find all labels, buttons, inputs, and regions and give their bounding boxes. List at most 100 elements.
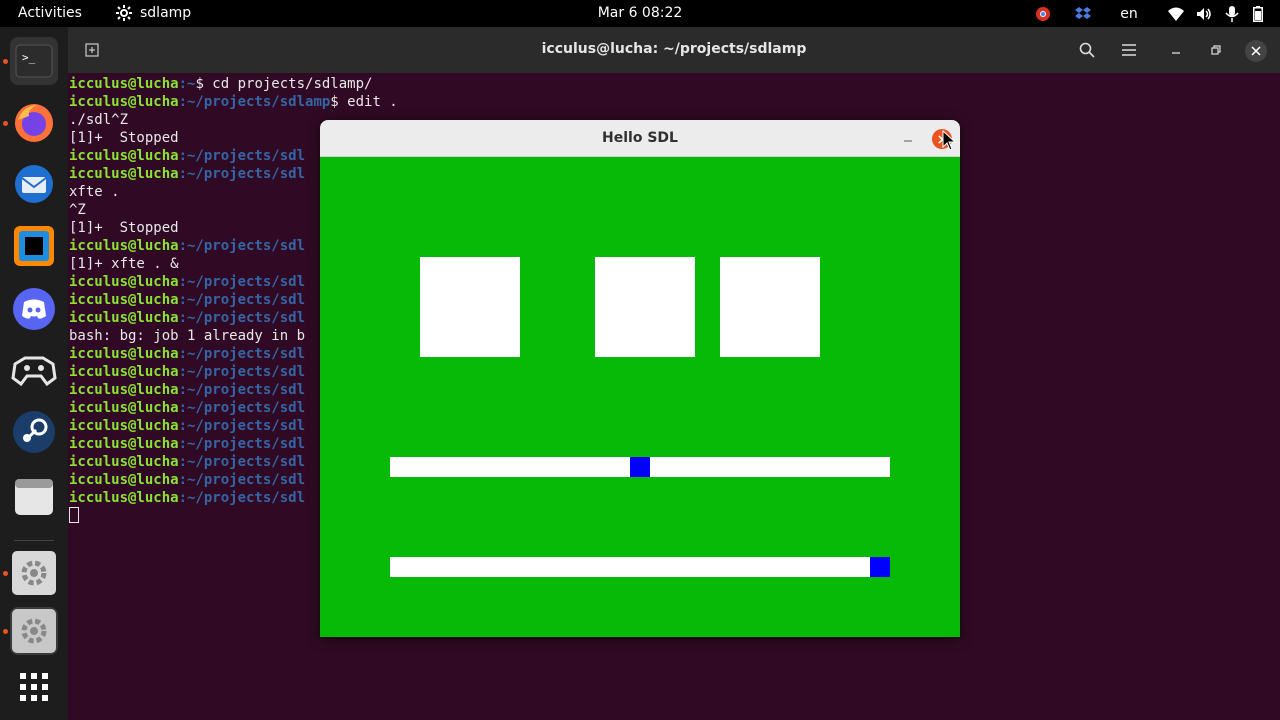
prompt-user: icculus@lucha	[69, 310, 179, 326]
output-text: xfte .	[69, 184, 120, 200]
prompt-user: icculus@lucha	[69, 490, 179, 506]
lamp-3[interactable]	[720, 257, 820, 357]
wifi-icon[interactable]	[1166, 0, 1186, 27]
restore-icon	[1211, 45, 1221, 55]
prompt-path: :~/projects/sdl	[178, 382, 306, 398]
system-tray[interactable]: en	[1032, 0, 1280, 27]
prompt-user: icculus@lucha	[69, 454, 179, 470]
output-text: ./sdl^Z	[69, 112, 129, 128]
prompt-user: icculus@lucha	[69, 346, 179, 362]
search-button[interactable]	[1074, 37, 1100, 63]
dock-separator	[14, 540, 54, 541]
maximize-button[interactable]	[1204, 37, 1228, 63]
sdl-canvas[interactable]	[320, 157, 960, 637]
running-indicator	[3, 571, 8, 576]
sdl-window-title: Hello SDL	[602, 130, 678, 146]
sdl-window[interactable]: Hello SDL	[320, 120, 960, 637]
folder-icon	[15, 479, 53, 515]
prompt-path: :~/projects/sdl	[178, 364, 306, 380]
show-apps-button[interactable]	[10, 663, 58, 711]
prompt-path: :~/projects/sdl	[178, 472, 306, 488]
gear-icon	[116, 5, 132, 21]
output-text: ^Z	[69, 202, 86, 218]
prompt-path: :~/projects/sdl	[178, 436, 306, 452]
dock-gear-app[interactable]	[10, 549, 58, 597]
prompt-user: icculus@lucha	[69, 148, 179, 164]
language-indicator[interactable]: en	[1116, 0, 1142, 27]
dropbox-icon[interactable]	[1072, 0, 1094, 27]
new-tab-button[interactable]	[80, 37, 104, 63]
close-button[interactable]	[1245, 40, 1267, 62]
slider-2-thumb[interactable]	[870, 557, 890, 577]
clock[interactable]: Mar 6 08:22	[598, 5, 683, 21]
terminal-icon: >_	[15, 44, 53, 78]
dock-terminal[interactable]: >_	[10, 37, 58, 85]
volume-icon[interactable]	[1194, 0, 1214, 27]
dock-gear-app-2[interactable]	[10, 607, 58, 655]
hamburger-icon	[1122, 44, 1136, 56]
new-tab-icon	[85, 43, 99, 57]
prompt-path: :~/projects/sdl	[178, 418, 306, 434]
terminal-line: icculus@lucha:~$ cd projects/sdlamp/	[69, 75, 1269, 93]
menu-button[interactable]	[1116, 37, 1142, 63]
battery-icon[interactable]	[1248, 0, 1268, 27]
sdl-titlebar[interactable]: Hello SDL	[320, 120, 960, 157]
prompt-path: :~/projects/sdl	[178, 238, 306, 254]
discord-icon	[13, 288, 55, 330]
terminal-line: icculus@lucha:~/projects/sdlamp$ edit .	[69, 93, 1269, 111]
output-text: [1]+ Stopped	[69, 220, 179, 236]
svg-text:>_: >_	[22, 51, 36, 64]
prompt-path: :~/projects/sdl	[178, 490, 306, 506]
firefox-icon	[15, 104, 53, 142]
terminal-cursor	[69, 507, 79, 523]
prompt-user: icculus@lucha	[69, 274, 179, 290]
activities-button[interactable]: Activities	[18, 5, 82, 21]
prompt-user: icculus@lucha	[69, 94, 179, 110]
microphone-icon[interactable]	[1222, 0, 1242, 27]
prompt-user: icculus@lucha	[69, 400, 179, 416]
prompt-path: :~/projects/sdl	[178, 274, 306, 290]
dock: >_	[0, 27, 68, 720]
prompt-path: :~/projects/sdlamp	[178, 94, 331, 110]
prompt-path: :~/projects/sdl	[178, 400, 306, 416]
grid-icon	[20, 673, 48, 701]
sdl-minimize-button[interactable]	[898, 129, 918, 149]
dock-discord[interactable]	[10, 285, 58, 333]
slider-1-thumb[interactable]	[630, 457, 650, 477]
output-text: [1]+ xfte . &	[69, 256, 179, 272]
running-indicator	[3, 121, 8, 126]
app-name: sdlamp	[140, 5, 192, 21]
running-indicator	[3, 629, 8, 634]
prompt-path: :~	[178, 76, 196, 92]
close-icon	[1251, 46, 1261, 56]
output-text: bash: bg: job 1 already in b	[69, 328, 306, 344]
toolbox-icon	[14, 226, 54, 266]
app-menu[interactable]: sdlamp	[116, 5, 191, 21]
dock-firefox[interactable]	[10, 99, 58, 147]
dock-thunderbird[interactable]	[10, 160, 58, 208]
running-indicator	[3, 59, 8, 64]
output-text: [1]+ Stopped	[69, 130, 179, 146]
prompt-path: :~/projects/sdl	[178, 148, 306, 164]
prompt-user: icculus@lucha	[69, 292, 179, 308]
terminal-header[interactable]: icculus@lucha: ~/projects/sdlamp	[68, 27, 1280, 73]
dock-files[interactable]	[10, 472, 58, 520]
dock-toolbox[interactable]	[10, 222, 58, 270]
prompt-user: icculus@lucha	[69, 382, 179, 398]
top-bar: Activities sdlamp Mar 6 08:22 en	[0, 0, 1280, 27]
prompt-path: :~/projects/sdl	[178, 454, 306, 470]
chrome-icon[interactable]	[1032, 0, 1054, 27]
dock-retroarch[interactable]	[10, 347, 58, 395]
dock-steam[interactable]	[10, 408, 58, 456]
lamp-2[interactable]	[595, 257, 695, 357]
slider-2[interactable]	[390, 557, 890, 577]
prompt-user: icculus@lucha	[69, 76, 179, 92]
prompt-path: :~/projects/sdl	[178, 166, 306, 182]
prompt-path: :~/projects/sdl	[178, 346, 306, 362]
thunderbird-icon	[15, 165, 53, 203]
slider-1[interactable]	[390, 457, 890, 477]
minimize-button[interactable]	[1164, 37, 1188, 63]
gear-icon	[12, 609, 56, 653]
minimize-icon	[1172, 52, 1180, 54]
lamp-1[interactable]	[420, 257, 520, 357]
